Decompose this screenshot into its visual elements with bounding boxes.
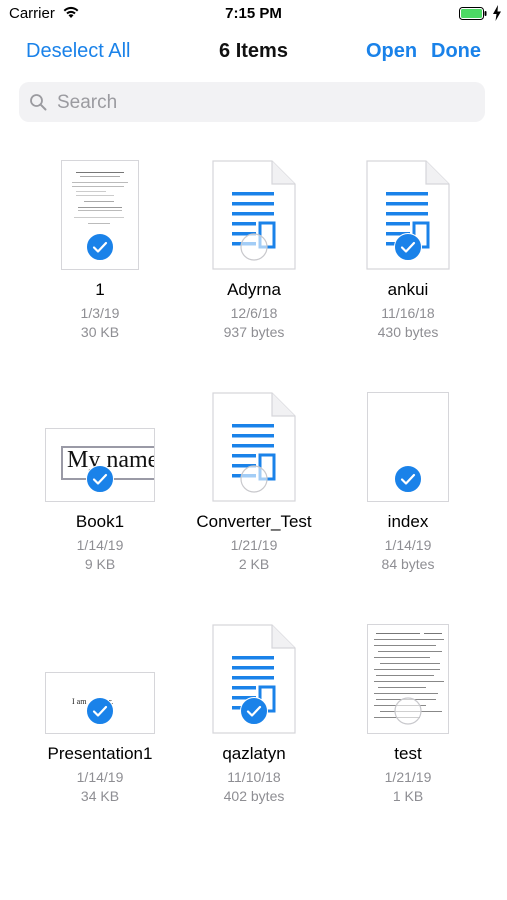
file-thumbnail — [328, 624, 488, 739]
checkmark-selected-icon — [394, 465, 422, 493]
done-button[interactable]: Done — [431, 40, 481, 63]
file-name: Presentation1 — [47, 744, 153, 763]
file-date: 1/14/19 — [76, 769, 124, 785]
charging-bolt-icon — [493, 5, 501, 21]
file-name: Converter_Test — [196, 512, 312, 531]
checkmark-selected-icon — [86, 233, 114, 261]
file-size: 1 KB — [392, 788, 424, 804]
file-thumbnail — [20, 160, 180, 275]
search-field[interactable] — [19, 82, 485, 124]
battery-full-icon — [459, 7, 487, 20]
deselect-all-button[interactable]: Deselect All — [26, 40, 131, 63]
file-item[interactable]: Adyrna 12/6/18 937 bytes — [174, 160, 334, 370]
file-date: 11/10/18 — [227, 769, 281, 785]
file-date: 1/21/19 — [230, 537, 278, 553]
file-item[interactable]: index 1/14/19 84 bytes — [328, 392, 488, 602]
file-item[interactable]: 1 1/3/19 30 KB — [20, 160, 180, 370]
file-date: 1/3/19 — [80, 305, 120, 321]
file-date: 11/16/18 — [381, 305, 435, 321]
file-name: test — [394, 744, 422, 763]
file-name: ankui — [387, 280, 429, 299]
file-name: qazlatyn — [222, 744, 286, 763]
file-item[interactable]: ankui 11/16/18 430 bytes — [328, 160, 488, 370]
file-size: 430 bytes — [377, 324, 439, 340]
file-item[interactable]: I am ... rmer. Presentation1 1/14/19 34 … — [20, 624, 180, 834]
file-size: 937 bytes — [223, 324, 285, 340]
selection-circle-icon[interactable] — [240, 233, 268, 261]
search-icon — [30, 94, 47, 111]
checkmark-selected-icon — [86, 697, 114, 725]
file-thumbnail — [174, 160, 334, 275]
file-date: 1/14/19 — [384, 537, 432, 553]
file-size: 402 bytes — [223, 788, 285, 804]
open-button[interactable]: Open — [366, 40, 417, 63]
file-date: 12/6/18 — [230, 305, 278, 321]
file-name: 1 — [95, 280, 105, 299]
checkmark-selected-icon — [394, 233, 422, 261]
file-thumbnail — [174, 392, 334, 507]
selection-circle-icon[interactable] — [240, 465, 268, 493]
file-item[interactable]: qazlatyn 11/10/18 402 bytes — [174, 624, 334, 834]
file-thumbnail: I am ... rmer. — [20, 624, 180, 739]
file-size: 30 KB — [80, 324, 120, 340]
file-size: 84 bytes — [381, 556, 435, 572]
status-time: 7:15 PM — [225, 5, 282, 22]
file-size: 2 KB — [238, 556, 270, 572]
selection-circle-icon[interactable] — [394, 697, 422, 725]
file-thumbnail — [328, 160, 488, 275]
status-bar: Carrier 7:15 PM — [0, 0, 507, 28]
file-thumbnail: My name — [20, 392, 180, 507]
file-item[interactable]: test 1/21/19 1 KB — [328, 624, 488, 834]
checkmark-selected-icon — [240, 697, 268, 725]
file-thumbnail — [174, 624, 334, 739]
file-name: index — [387, 512, 429, 531]
file-item[interactable]: Converter_Test 1/21/19 2 KB — [174, 392, 334, 602]
search-input[interactable] — [55, 82, 479, 124]
file-name: Adyrna — [227, 280, 281, 299]
file-thumbnail — [328, 392, 488, 507]
file-size: 34 KB — [80, 788, 120, 804]
checkmark-selected-icon — [86, 465, 114, 493]
file-name: Book1 — [75, 512, 125, 531]
file-date: 1/21/19 — [384, 769, 432, 785]
file-item[interactable]: My name Book1 1/14/19 9 KB — [20, 392, 180, 602]
file-size: 9 KB — [84, 556, 116, 572]
file-date: 1/14/19 — [76, 537, 124, 553]
